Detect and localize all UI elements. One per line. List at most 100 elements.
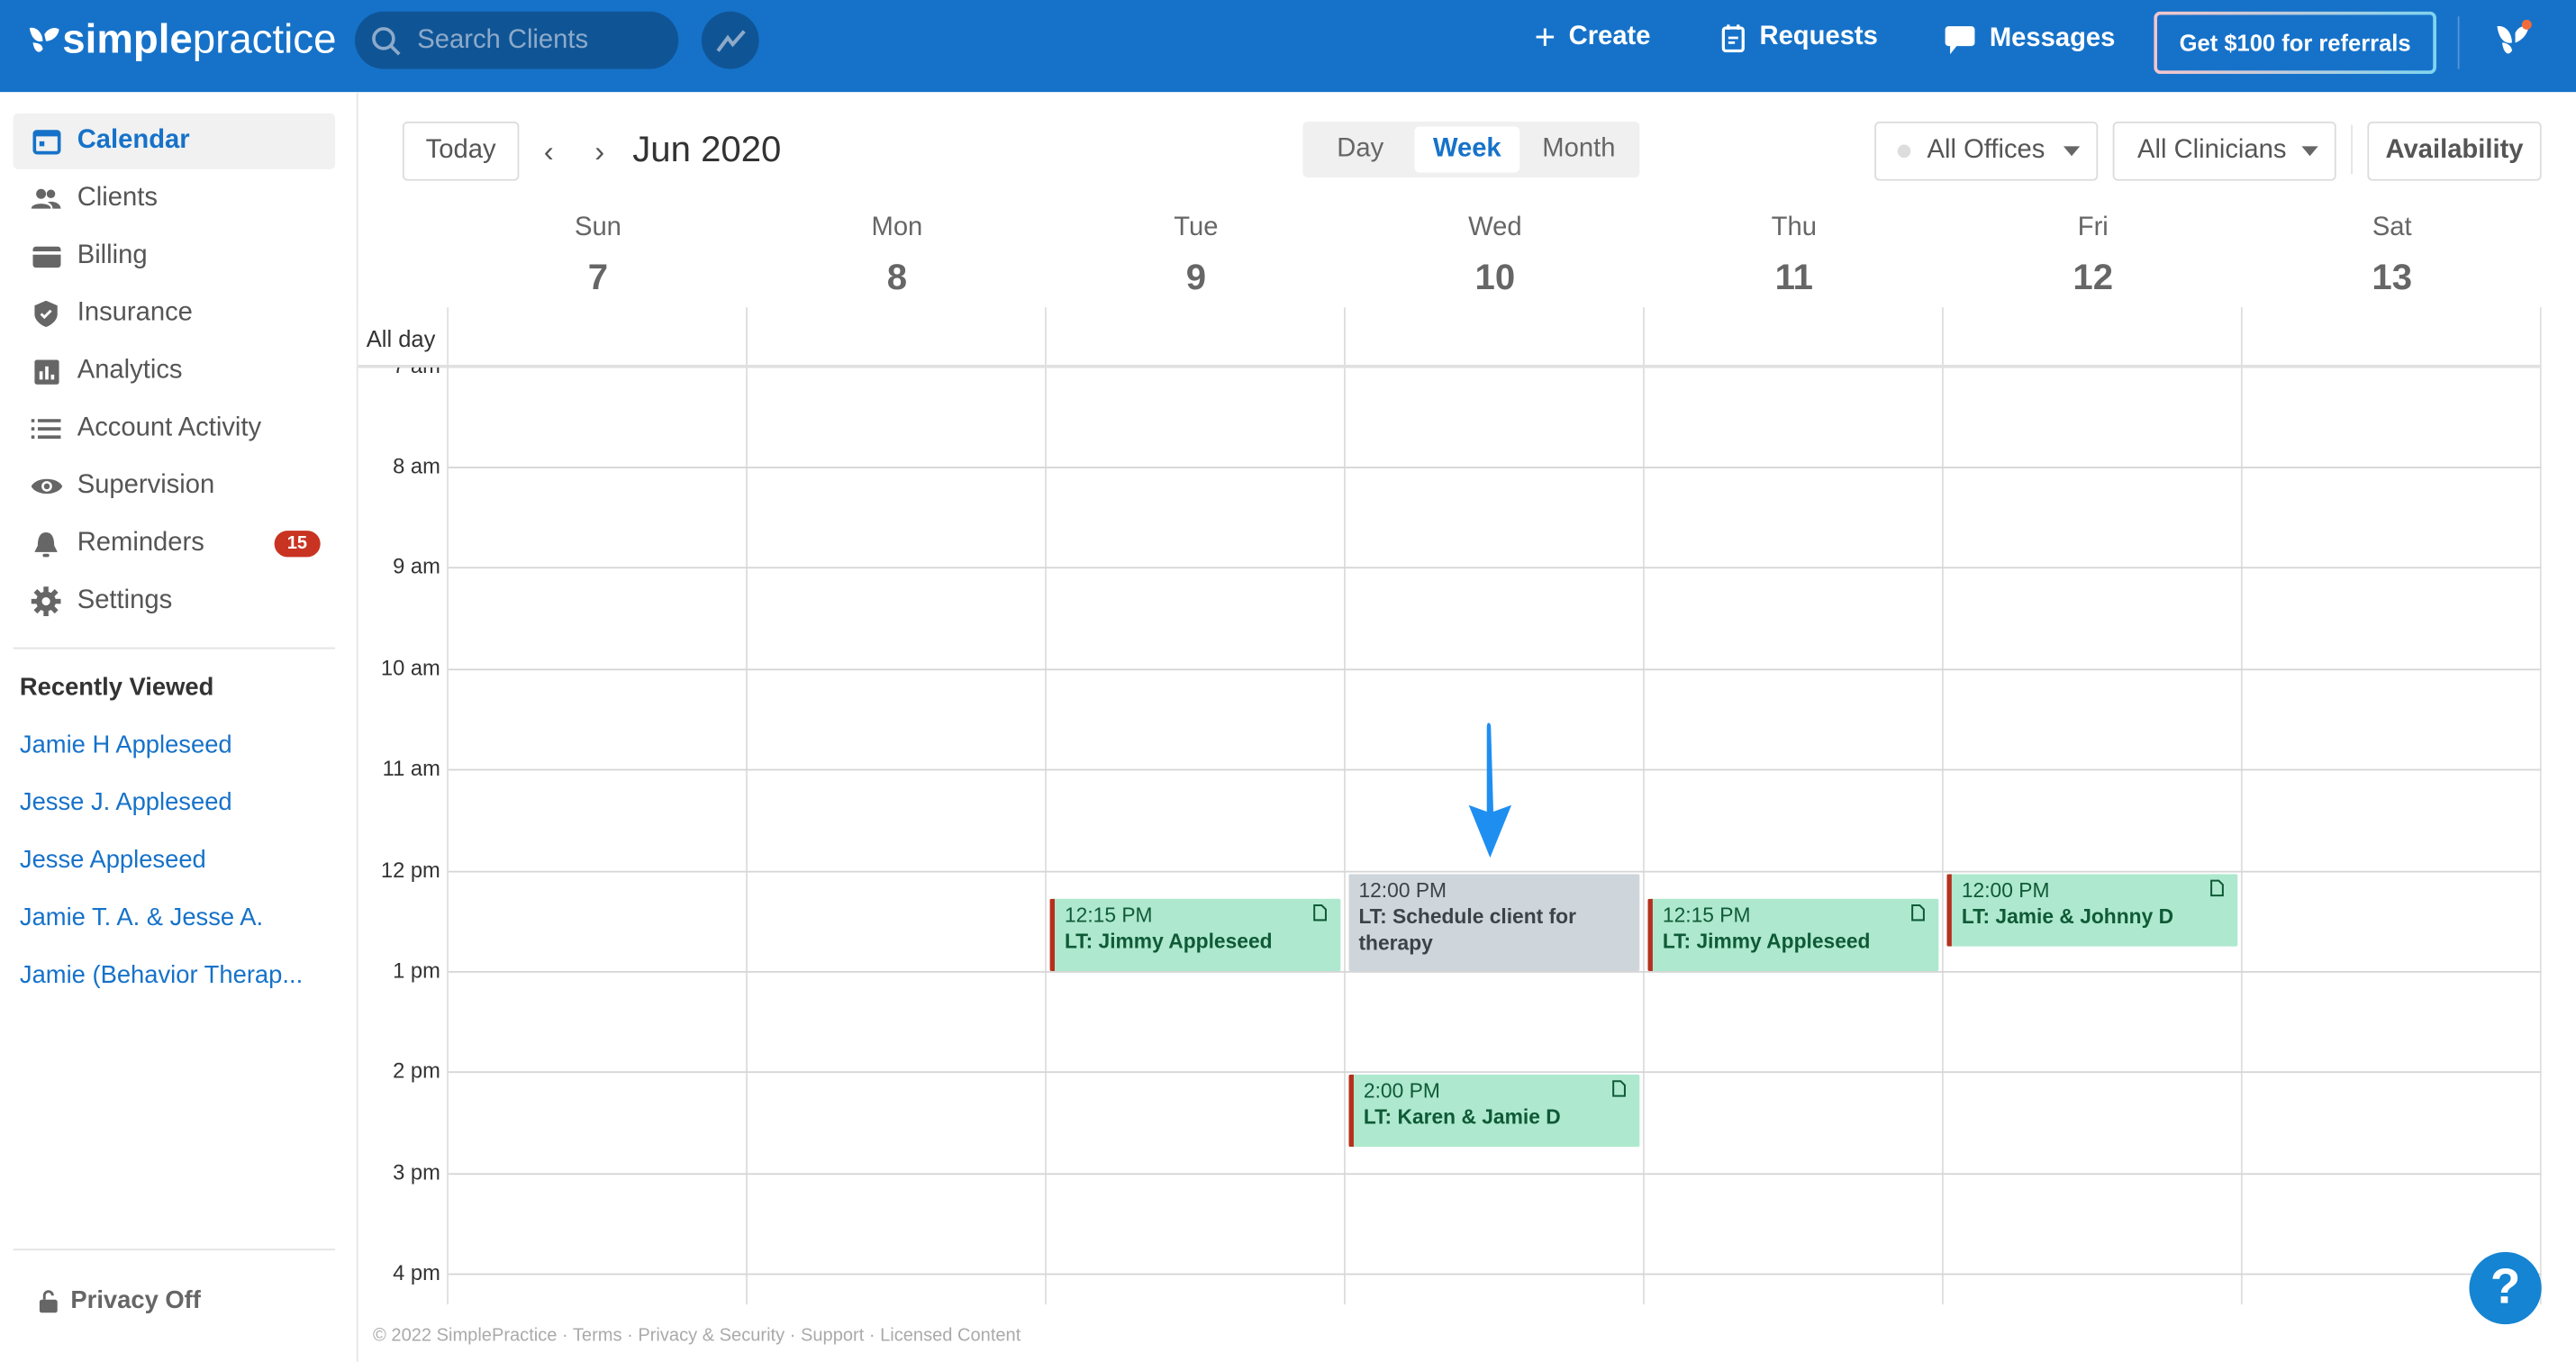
search-clients[interactable] [354, 11, 679, 69]
butterfly-logo-icon [29, 26, 59, 51]
view-tab-day[interactable]: Day [1310, 126, 1411, 172]
day-header-sun[interactable]: Sun 7 [449, 213, 748, 299]
requests-button[interactable]: Requests [1720, 23, 1878, 53]
recent-client-link[interactable]: Jesse J. Appleseed [20, 789, 232, 817]
document-icon [1612, 1080, 1626, 1098]
view-tab-week[interactable]: Week [1414, 126, 1520, 173]
day-number: 13 [2372, 256, 2413, 298]
footer-link-terms[interactable]: Terms [573, 1326, 622, 1346]
recent-client-link[interactable]: Jamie H Appleseed [20, 731, 232, 759]
sidebar-item-clients[interactable]: Clients [14, 171, 336, 227]
day-name: Mon [871, 213, 923, 242]
event-time: 12:15 PM [1662, 903, 1751, 927]
footer-copyright: © 2022 SimplePractice [373, 1325, 558, 1346]
butterfly-avatar-icon [2497, 19, 2532, 54]
day-number: 12 [2073, 256, 2114, 298]
sidebar-item-account-activity[interactable]: Account Activity [14, 401, 336, 457]
notification-dot [2521, 19, 2532, 30]
sidebar-item-billing[interactable]: Billing [14, 229, 336, 285]
clinicians-dropdown[interactable]: All Clinicians [2112, 121, 2336, 181]
plus-icon: + [1534, 16, 1556, 58]
referral-button[interactable]: Get $100 for referrals [2154, 12, 2436, 74]
day-header-tue[interactable]: Tue 9 [1047, 213, 1346, 299]
sidebar-item-label: Clients [77, 184, 158, 213]
day-header-fri[interactable]: Fri 12 [1944, 213, 2243, 299]
hour-gridline [448, 869, 2542, 872]
time-label: 1 pm [393, 958, 440, 983]
calendar-event[interactable]: 12:00 PM LT: Jamie & Johnny D [1946, 873, 2238, 946]
recent-client-link[interactable]: Jamie (Behavior Therap... [20, 961, 303, 989]
day-column-divider [1344, 307, 1346, 1305]
analytics-trend-button[interactable] [701, 11, 759, 69]
sidebar-item-supervision[interactable]: Supervision [14, 459, 336, 514]
app-root: simplepractice + Create Requests Message… [0, 0, 2576, 1362]
requests-label: Requests [1759, 23, 1878, 51]
time-label: 10 am [380, 655, 440, 680]
today-button[interactable]: Today [402, 121, 520, 181]
office-status-dot [1897, 144, 1911, 159]
bar-chart-icon [28, 359, 64, 384]
day-header-mon[interactable]: Mon 8 [748, 213, 1047, 299]
day-column-divider [1941, 307, 1944, 1305]
privacy-label: Privacy Off [70, 1286, 201, 1315]
sidebar-item-insurance[interactable]: Insurance [14, 286, 336, 341]
calendar-event[interactable]: 12:00 PM LT: Schedule client for therapy [1348, 873, 1640, 971]
footer-link-support[interactable]: Support [801, 1326, 864, 1346]
logo-text-bold: simple [62, 16, 193, 63]
privacy-toggle[interactable]: Privacy Off [39, 1286, 201, 1315]
footer-link-privacy[interactable]: Privacy & Security [638, 1326, 785, 1346]
time-label: 8 am [393, 453, 440, 478]
create-button[interactable]: + Create [1534, 16, 1651, 58]
day-header-sat[interactable]: Sat 13 [2243, 213, 2542, 299]
search-icon [372, 26, 401, 55]
availability-button[interactable]: Availability [2367, 121, 2542, 181]
messages-button[interactable]: Messages [1944, 23, 2115, 56]
day-header-wed[interactable]: Wed 10 [1346, 213, 1645, 299]
calendar-event[interactable]: 12:15 PM LT: Jimmy Appleseed [1049, 898, 1341, 971]
sidebar-divider [13, 1248, 336, 1251]
calendar-event[interactable]: 2:00 PM LT: Karen & Jamie D [1348, 1075, 1640, 1148]
sidebar-item-label: Insurance [77, 298, 193, 327]
view-tab-month[interactable]: Month [1523, 126, 1635, 172]
offices-dropdown[interactable]: All Offices [1874, 121, 2099, 181]
sidebar-item-analytics[interactable]: Analytics [14, 343, 336, 399]
message-bubble-icon [1945, 26, 1975, 55]
help-button[interactable]: ? [2469, 1251, 2542, 1325]
reminders-count-badge: 15 [274, 531, 321, 558]
sidebar-item-label: Account Activity [77, 413, 262, 442]
recent-client-link[interactable]: Jesse Appleseed [20, 846, 206, 874]
next-week-chevron-icon[interactable]: › [594, 135, 604, 169]
day-number: 9 [1185, 256, 1207, 298]
recent-client-link[interactable]: Jamie T. A. & Jesse A. [20, 903, 263, 931]
top-navbar: simplepractice + Create Requests Message… [0, 0, 2576, 93]
footer: © 2022 SimplePractice · Terms · Privacy … [373, 1325, 1021, 1346]
previous-week-chevron-icon[interactable]: ‹ [544, 135, 554, 169]
simplepractice-logo[interactable]: simple practice [26, 16, 336, 64]
offices-label: All Offices [1927, 136, 2045, 165]
hour-gridline [448, 467, 2542, 468]
sidebar-item-reminders[interactable]: Reminders 15 [14, 516, 336, 572]
caret-down-icon [2301, 146, 2318, 157]
event-title: LT: Jimmy Appleseed [1662, 930, 1871, 953]
unlock-icon [39, 1289, 58, 1312]
day-header-thu[interactable]: Thu 11 [1645, 213, 1944, 299]
requests-icon [1721, 24, 1745, 53]
document-icon [2210, 878, 2224, 896]
search-input[interactable] [413, 23, 667, 57]
footer-link-licensed-content[interactable]: Licensed Content [880, 1326, 1020, 1346]
day-column-divider [746, 307, 748, 1305]
event-title: LT: Karen & Jamie D [1363, 1106, 1561, 1130]
calendar-icon [28, 129, 64, 154]
sidebar-item-calendar[interactable]: Calendar [13, 113, 336, 169]
trend-icon [715, 29, 745, 51]
account-avatar[interactable] [2492, 19, 2535, 68]
eye-icon [28, 477, 64, 496]
day-name: Sun [574, 213, 621, 242]
sidebar-item-settings[interactable]: Settings [14, 574, 336, 630]
document-icon [1911, 903, 1925, 922]
sidebar-item-label: Reminders [77, 529, 204, 558]
sidebar-item-label: Analytics [77, 356, 183, 385]
day-number: 8 [886, 256, 908, 298]
calendar-event[interactable]: 12:15 PM LT: Jimmy Appleseed [1647, 898, 1939, 971]
day-name: Fri [2077, 213, 2109, 242]
